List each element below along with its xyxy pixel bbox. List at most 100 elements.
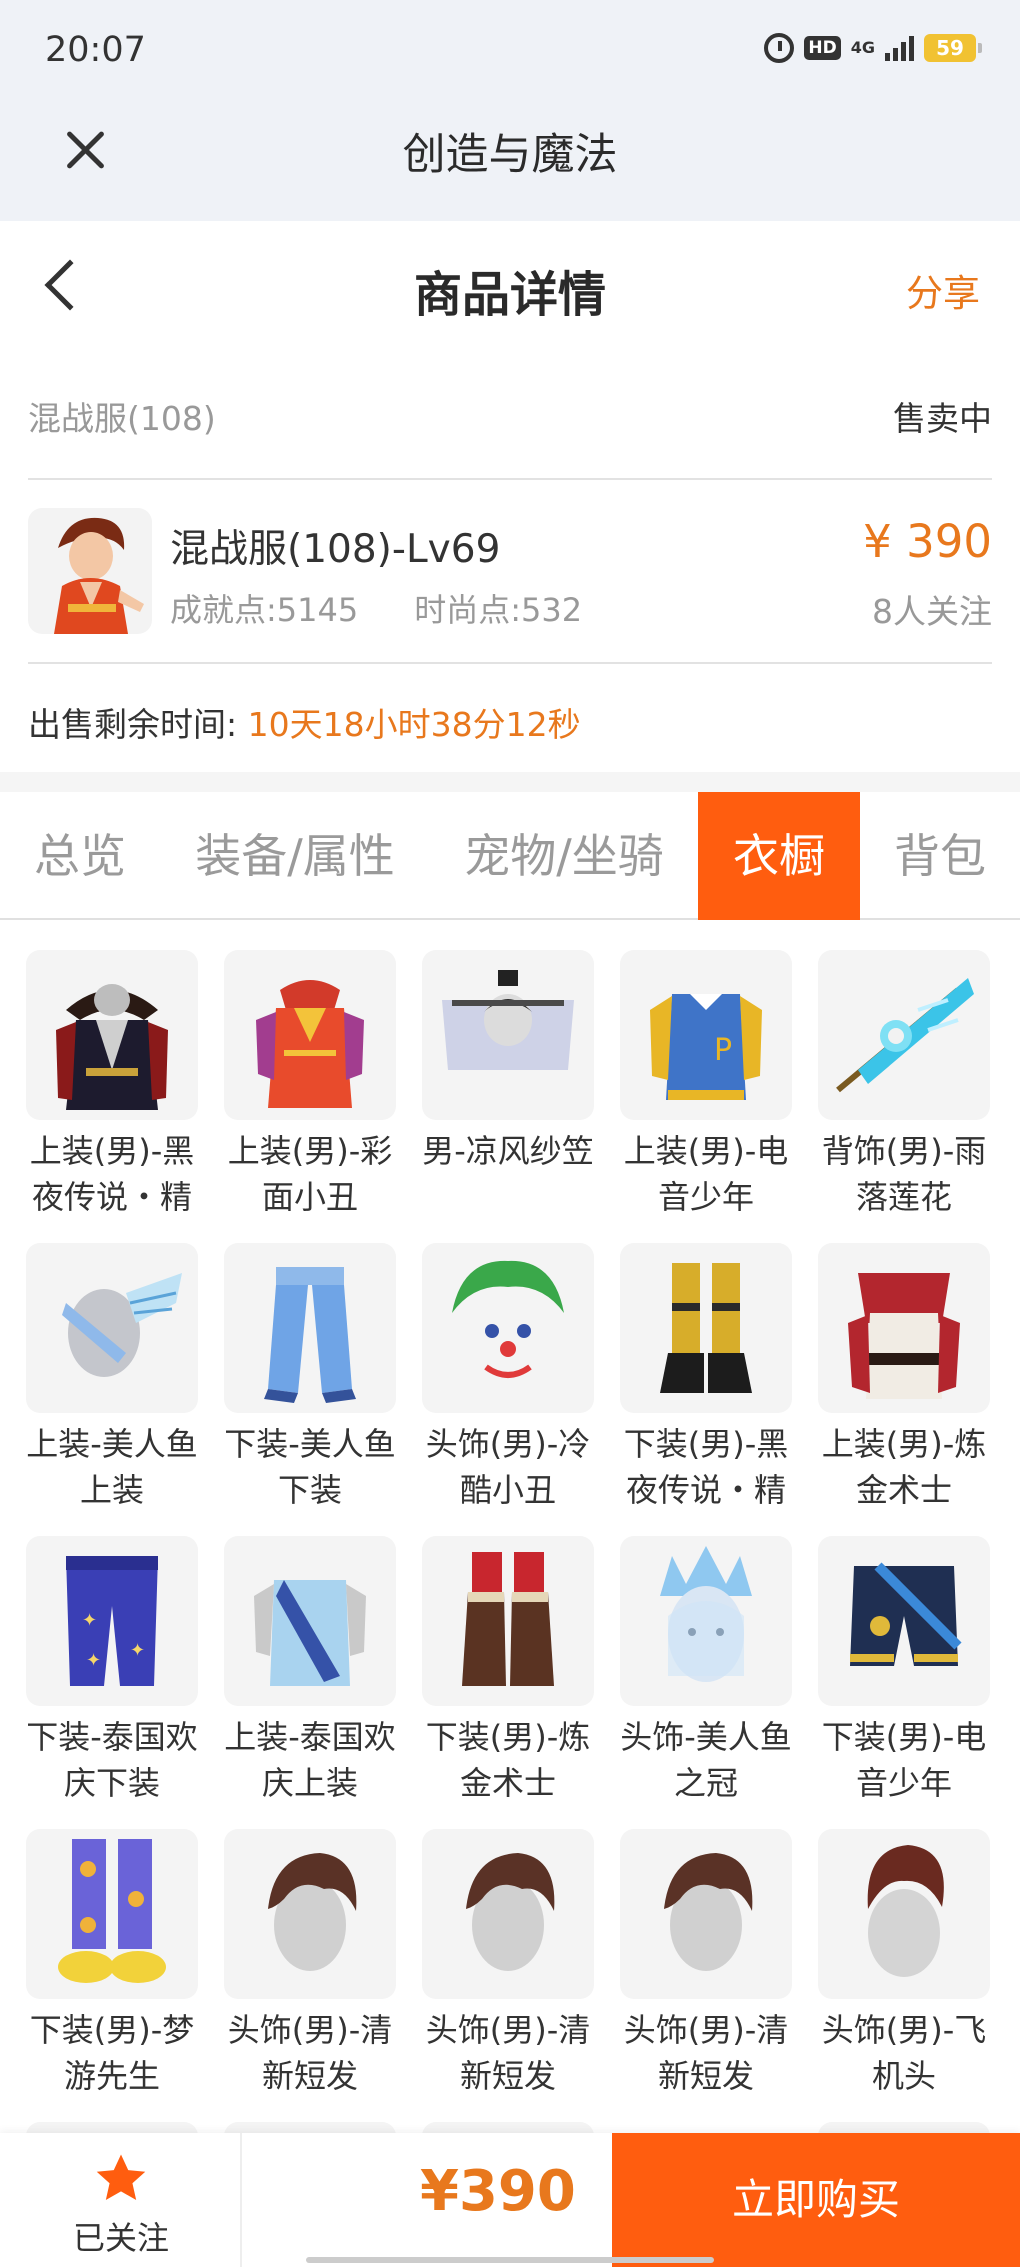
wardrobe-item[interactable]: 头饰-美人鱼之冠 — [620, 1536, 792, 1806]
clown-top-icon — [224, 950, 396, 1120]
wardrobe-item[interactable]: 下装(男)-炼金术士 — [422, 1536, 594, 1806]
gold-boots-icon — [620, 1243, 792, 1413]
follower-count: 8人关注 — [872, 592, 992, 631]
item-label: 头饰(男)-冷酷小丑 — [425, 1425, 591, 1509]
character-avatar — [28, 508, 152, 634]
wardrobe-item[interactable]: 头饰(男)-飞机头 — [818, 1829, 990, 2099]
wardrobe-item[interactable]: 头饰(男)-冷酷小丑 — [422, 1243, 594, 1513]
item-label: 下装-泰国欢庆下装 — [26, 1718, 198, 1802]
wardrobe-item[interactable]: 头饰(男)-清新短发 — [422, 1829, 594, 2099]
item-label: 上装(男)-彩面小丑 — [227, 1132, 393, 1216]
alchemist-top-icon — [818, 1243, 990, 1413]
mermaid-bottom-icon — [224, 1243, 396, 1413]
item-label: 上装-美人鱼上装 — [26, 1425, 198, 1509]
item-label: 头饰(男)-飞机头 — [821, 2011, 987, 2095]
wardrobe-item[interactable]: 上装(男)-彩面小丑 — [224, 950, 396, 1220]
status-icons: HD 4G 59 — [764, 33, 982, 63]
tab-equipment[interactable]: 装备/属性 — [160, 792, 430, 920]
item-label: 头饰(男)-清新短发 — [623, 2011, 789, 2095]
remaining-time-value: 10天18小时38分12秒 — [247, 705, 581, 744]
server-row: 混战服(108) 售卖中 — [28, 392, 992, 442]
shorts-icon — [818, 1536, 990, 1706]
item-label: 头饰(男)-清新短发 — [227, 2011, 393, 2095]
wardrobe-item[interactable]: 下装(男)-梦游先生 — [26, 1829, 198, 2099]
svg-text:✦: ✦ — [86, 1650, 101, 1671]
item-label: 背饰(男)-雨落莲花 — [821, 1132, 987, 1216]
alchemist-boots-icon — [422, 1536, 594, 1706]
tab-wardrobe[interactable]: 衣橱 — [698, 792, 860, 920]
svg-text:✦: ✦ — [82, 1610, 97, 1631]
thai-top-icon — [224, 1536, 396, 1706]
tab-pets[interactable]: 宠物/坐骑 — [430, 792, 698, 920]
svg-text:P: P — [714, 1033, 732, 1068]
wardrobe-item[interactable]: 上装(男)-黑夜传说・精 — [26, 950, 198, 1220]
wardrobe-item[interactable]: 背饰(男)-雨落莲花 — [818, 950, 990, 1220]
network-type: 4G — [850, 38, 875, 57]
veil-hat-icon — [422, 950, 594, 1120]
thai-pants-icon: ✦ ✦ ✦ — [26, 1536, 198, 1706]
wardrobe-item[interactable]: 上装(男)-炼金术士 — [818, 1243, 990, 1513]
short-hair-icon — [620, 1829, 792, 1999]
short-hair-icon — [224, 1829, 396, 1999]
top-app-zone: 20:07 HD 4G 59 创造与魔法 — [0, 0, 1020, 221]
home-indicator — [306, 2257, 714, 2263]
hd-icon: HD — [804, 36, 841, 60]
character-stats: 成就点:5145 时尚点:532 — [170, 585, 582, 631]
item-label: 下装(男)-梦游先生 — [29, 2011, 195, 2095]
wardrobe-item[interactable]: 下装(男)-黑夜传说・精 — [620, 1243, 792, 1513]
remaining-time: 出售剩余时间: 10天18小时38分12秒 — [28, 698, 581, 746]
quiff-hair-icon — [818, 1829, 990, 1999]
app-title: 创造与魔法 — [402, 130, 618, 180]
wardrobe-item[interactable]: 男-凉风纱笠 — [422, 950, 594, 1220]
battery-icon: 59 — [924, 34, 982, 62]
item-label: 上装(男)-黑夜传说・精 — [29, 1132, 195, 1216]
wardrobe-item[interactable]: 下装-美人鱼下装 — [224, 1243, 396, 1513]
divider — [28, 662, 992, 664]
item-label: 头饰-美人鱼之冠 — [620, 1718, 792, 1802]
mermaid-crown-icon — [620, 1536, 792, 1706]
tab-backpack[interactable]: 背包 — [860, 792, 1020, 920]
price: ¥ 390 — [863, 515, 992, 568]
sale-status: 售卖中 — [893, 399, 992, 438]
tab-bar: 总览 装备/属性 宠物/坐骑 衣橱 背包 — [0, 792, 1020, 920]
page-title: 商品详情 — [413, 267, 606, 323]
item-label: 下装(男)-电音少年 — [821, 1718, 987, 1802]
section-gap — [0, 772, 1020, 792]
item-label: 上装-泰国欢庆上装 — [224, 1718, 396, 1802]
wardrobe-item[interactable]: 头饰(男)-清新短发 — [620, 1829, 792, 2099]
alarm-icon — [764, 33, 795, 63]
item-label: 上装(男)-电音少年 — [623, 1132, 789, 1216]
share-button[interactable]: 分享 — [906, 263, 980, 317]
wardrobe-item[interactable]: 上装-泰国欢庆上装 — [224, 1536, 396, 1806]
follow-button[interactable]: 已关注 — [0, 2133, 242, 2267]
svg-text:✦: ✦ — [130, 1640, 145, 1661]
item-label: 下装-美人鱼下装 — [224, 1425, 396, 1509]
remaining-time-label: 出售剩余时间: — [28, 705, 238, 744]
item-label: 下装(男)-炼金术士 — [425, 1718, 591, 1802]
lotus-umbrella-icon — [818, 950, 990, 1120]
item-label: 头饰(男)-清新短发 — [425, 2011, 591, 2095]
clown-mask-icon — [422, 1243, 594, 1413]
item-label: 上装(男)-炼金术士 — [821, 1425, 987, 1509]
fashion-points: 时尚点:532 — [414, 591, 583, 629]
follow-label: 已关注 — [72, 2219, 169, 2257]
bottom-price: ¥390 — [420, 2159, 576, 2224]
page-header: 商品详情 分享 — [0, 221, 1020, 356]
achievement-points: 成就点:5145 — [170, 591, 359, 629]
server-name: 混战服(108) — [28, 399, 216, 438]
varsity-jacket-icon: P — [620, 950, 792, 1120]
wardrobe-item[interactable]: 头饰(男)-清新短发 — [224, 1829, 396, 2099]
tab-overview[interactable]: 总览 — [0, 792, 160, 920]
status-time: 20:07 — [45, 30, 146, 70]
star-icon — [96, 2154, 146, 2200]
wardrobe-item[interactable]: ✦ ✦ ✦ 下装-泰国欢庆下装 — [26, 1536, 198, 1806]
item-label: 下装(男)-黑夜传说・精 — [623, 1425, 789, 1509]
pajama-pants-icon — [26, 1829, 198, 1999]
wardrobe-item[interactable]: 下装(男)-电音少年 — [818, 1536, 990, 1806]
signal-icon — [885, 35, 914, 61]
wardrobe-item[interactable]: P 上装(男)-电音少年 — [620, 950, 792, 1220]
character-name: 混战服(108)-Lv69 — [170, 527, 501, 572]
buy-now-button[interactable]: 立即购买 — [612, 2133, 1020, 2267]
black-night-top-icon — [26, 950, 198, 1120]
wardrobe-item[interactable]: 上装-美人鱼上装 — [26, 1243, 198, 1513]
